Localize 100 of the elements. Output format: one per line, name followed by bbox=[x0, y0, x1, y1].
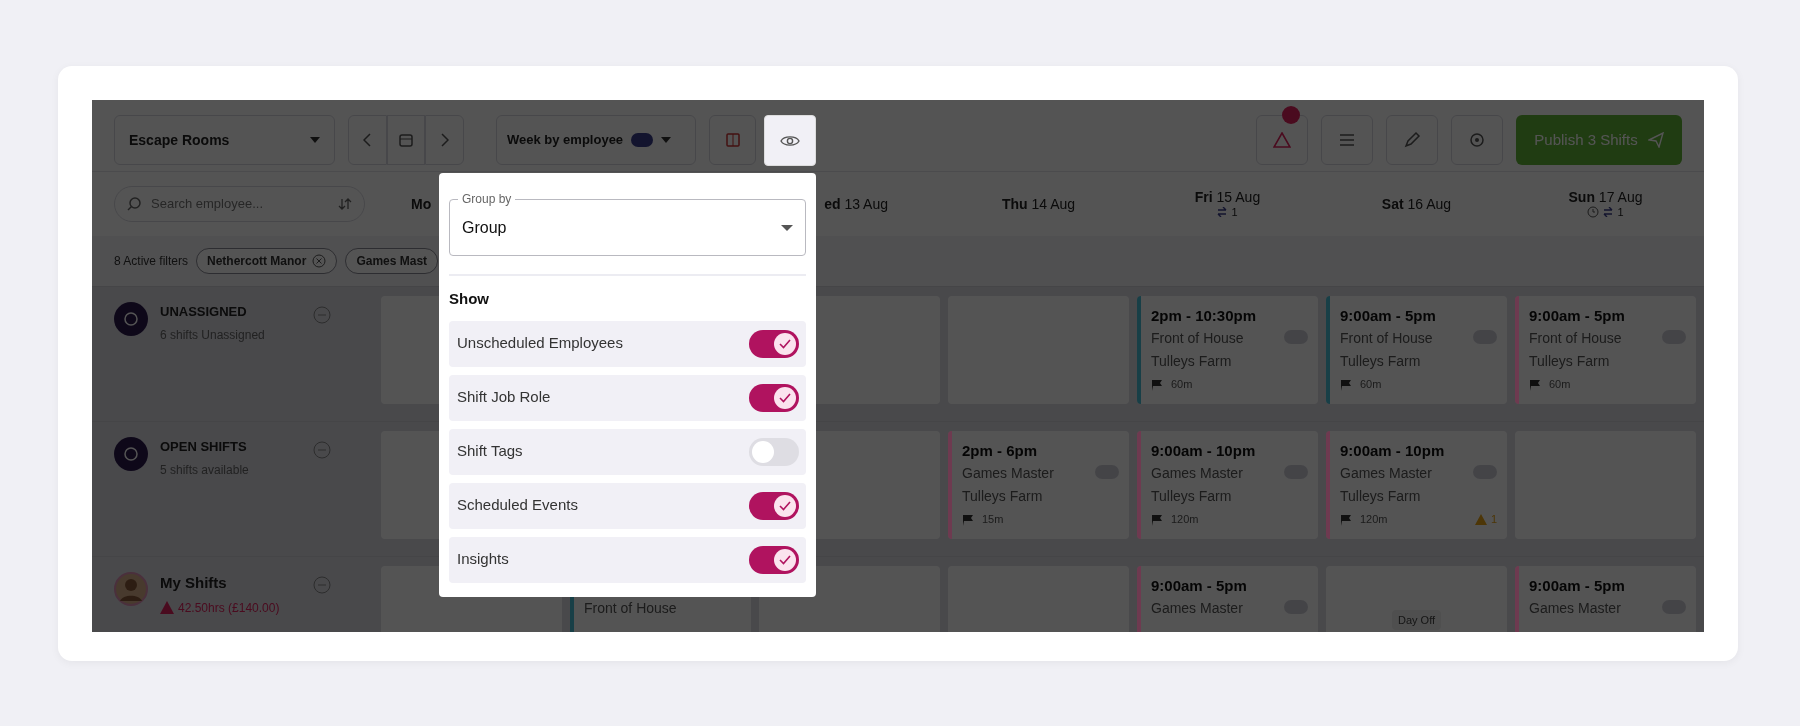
swap-count: 1 bbox=[1617, 205, 1624, 219]
option-label: Shift Tags bbox=[457, 441, 523, 462]
settings-icon bbox=[1468, 131, 1486, 149]
shift-time: 9:00am - 5pm bbox=[1340, 306, 1437, 325]
toggle-switch[interactable] bbox=[749, 383, 799, 412]
employee-name: My Shifts bbox=[160, 573, 228, 593]
caret-icon bbox=[661, 137, 672, 143]
day-name: ed bbox=[824, 195, 841, 212]
toggle-switch[interactable] bbox=[749, 491, 799, 520]
flag-icon bbox=[1340, 378, 1352, 391]
day-date: 16 Aug bbox=[1407, 195, 1452, 212]
chevron-right-icon bbox=[440, 133, 449, 147]
settings-button[interactable] bbox=[1451, 115, 1503, 165]
caret-icon bbox=[310, 137, 320, 143]
shift-card[interactable]: 2pm - 10:30pm Front of House Tulleys Farm 60m bbox=[1137, 296, 1318, 404]
toggle-switch[interactable] bbox=[749, 437, 799, 466]
shift-time: 9:00am - 5pm bbox=[1529, 306, 1626, 325]
shift-card[interactable]: 9:00am - 5pm Front of House Tulleys Farm 60m bbox=[1326, 296, 1507, 404]
calendar-button[interactable] bbox=[386, 115, 426, 165]
collapse-icon[interactable] bbox=[313, 306, 331, 324]
break-duration: 120m bbox=[1171, 512, 1199, 527]
shift-time: 9:00am - 10pm bbox=[1340, 441, 1446, 460]
day-date: 13 Aug bbox=[844, 195, 888, 212]
toggle-switch[interactable] bbox=[749, 545, 799, 574]
break-duration: 15m bbox=[982, 512, 1004, 527]
shift-card[interactable]: 9:00am - 10pm Games Master Tulleys Farm 120m 1 bbox=[1326, 431, 1507, 539]
shift-role: Games Master bbox=[962, 464, 1054, 483]
active-filters-label: 8 Active filters bbox=[114, 253, 189, 270]
swap-icon bbox=[1217, 207, 1228, 218]
employee-detail: 42.50hrs (£140.00) bbox=[178, 599, 280, 617]
break-duration: 60m bbox=[1171, 377, 1193, 392]
shift-location: Tulleys Farm bbox=[1529, 352, 1610, 371]
publish-button[interactable]: Publish 3 Shifts bbox=[1516, 115, 1682, 165]
search-icon bbox=[127, 197, 141, 211]
eye-icon bbox=[780, 133, 800, 148]
collapse-icon[interactable] bbox=[313, 576, 331, 594]
send-icon bbox=[1647, 132, 1664, 148]
location-select[interactable]: Escape Rooms bbox=[114, 115, 335, 165]
filter-chip[interactable]: Nethercott Manor bbox=[196, 248, 338, 274]
filter-button[interactable] bbox=[1321, 115, 1373, 165]
break-duration: 60m bbox=[1549, 377, 1571, 392]
flag-icon bbox=[962, 513, 974, 526]
break-duration: 60m bbox=[1360, 377, 1382, 392]
collapse-icon[interactable] bbox=[313, 441, 331, 459]
warning-icon bbox=[1273, 132, 1291, 148]
check-icon bbox=[779, 338, 791, 349]
option-label: Insights bbox=[457, 549, 509, 570]
field-label: Group by bbox=[458, 191, 516, 207]
calendar-icon bbox=[399, 133, 413, 147]
day-name: Mo bbox=[411, 195, 432, 212]
shift-location: Tulleys Farm bbox=[1340, 352, 1421, 371]
alert-count: 1 bbox=[1490, 512, 1497, 527]
display-options-button[interactable] bbox=[764, 115, 816, 166]
view-select[interactable]: Week by employee bbox=[496, 115, 696, 165]
shift-time: 2pm - 10:30pm bbox=[1151, 306, 1258, 325]
shift-location: Tulleys Farm bbox=[1340, 487, 1421, 506]
edit-button[interactable] bbox=[1386, 115, 1438, 165]
shift-role: Front of House bbox=[1151, 329, 1244, 348]
day-date: 17 Aug bbox=[1598, 189, 1643, 205]
warning-icon bbox=[1474, 514, 1487, 525]
shift-time: 2pm - 6pm bbox=[962, 441, 1038, 460]
shift-card[interactable]: 2pm - 6pm Games Master Tulleys Farm 15m bbox=[948, 431, 1129, 539]
shift-location: Tulleys Farm bbox=[1151, 487, 1232, 506]
day-date: 15 Aug bbox=[1216, 189, 1261, 205]
shift-role: Games Master bbox=[1340, 464, 1432, 483]
day-name: Sun bbox=[1568, 189, 1595, 205]
shift-location: Tulleys Farm bbox=[1151, 352, 1232, 371]
shift-card[interactable]: 9:00am - 5pm Games Master bbox=[1137, 566, 1318, 632]
toggle-switch[interactable] bbox=[749, 329, 799, 358]
option-label: Unscheduled Employees bbox=[457, 333, 623, 354]
check-icon bbox=[779, 500, 791, 511]
day-name: Thu bbox=[1001, 195, 1028, 212]
group-avatar-icon bbox=[114, 302, 148, 336]
shift-card[interactable]: 9:00am - 10pm Games Master Tulleys Farm 120m bbox=[1137, 431, 1318, 539]
shift-role: Games Master bbox=[1529, 599, 1621, 618]
alerts-button[interactable] bbox=[1256, 115, 1308, 165]
filter-chip[interactable]: Games Mast bbox=[345, 248, 439, 274]
close-icon[interactable] bbox=[312, 254, 327, 268]
pencil-icon bbox=[1403, 131, 1421, 149]
layout-button[interactable] bbox=[709, 115, 756, 165]
sliders-icon bbox=[1338, 131, 1356, 149]
shift-role: Games Master bbox=[1151, 464, 1243, 483]
employee-name: OPEN SHIFTS bbox=[160, 438, 248, 456]
previous-button[interactable] bbox=[348, 115, 387, 165]
shift-time: 9:00am - 5pm bbox=[1529, 576, 1626, 595]
section-title: Show bbox=[449, 289, 490, 309]
sort-icon bbox=[338, 197, 352, 211]
flag-icon bbox=[1151, 378, 1163, 391]
shift-role: Front of House bbox=[1340, 329, 1433, 348]
shift-role: Front of House bbox=[1529, 329, 1622, 348]
day-name: Sat bbox=[1381, 195, 1404, 212]
shift-time: 9:00am - 10pm bbox=[1151, 441, 1257, 460]
avatar-icon bbox=[114, 572, 148, 606]
next-button[interactable] bbox=[425, 115, 464, 165]
select-value: Group bbox=[462, 217, 507, 238]
option-label: Scheduled Events bbox=[457, 495, 578, 516]
shift-card[interactable]: 9:00am - 5pm Front of House Tulleys Farm 60m bbox=[1515, 296, 1696, 404]
count-badge-icon bbox=[631, 133, 654, 147]
chevron-left-icon bbox=[363, 133, 372, 147]
shift-card[interactable]: 9:00am - 5pm Games Master bbox=[1515, 566, 1696, 632]
